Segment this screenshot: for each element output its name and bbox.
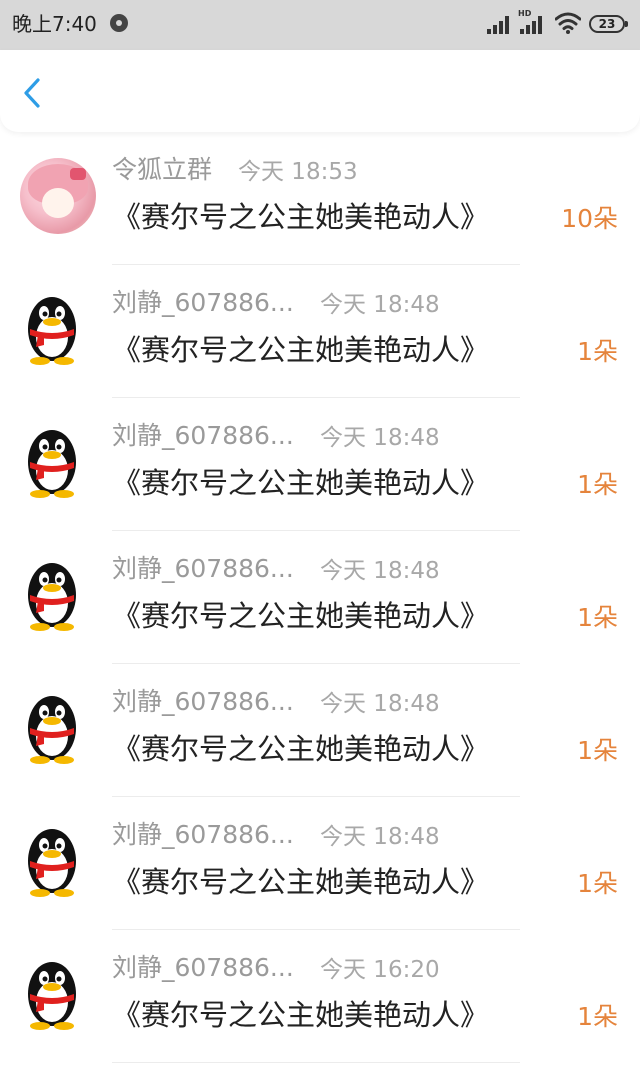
book-title[interactable]: 《赛尔号之公主她美艳动人》 — [112, 331, 489, 369]
user-name[interactable]: 刘静_607886... — [112, 287, 294, 319]
chevron-left-icon[interactable] — [18, 76, 48, 110]
divider — [112, 1062, 520, 1063]
penguin-avatar-icon[interactable] — [20, 289, 84, 365]
list-item[interactable]: 刘静_607886... 今天 18:48 《赛尔号之公主她美艳动人》 1朵 — [0, 400, 640, 533]
divider — [112, 796, 520, 797]
item-time: 今天 18:48 — [320, 425, 440, 451]
status-bar: 晚上7:40 HD 23 — [0, 0, 640, 50]
list-item[interactable]: 令狐立群 今天 18:53 《赛尔号之公主她美艳动人》 10朵 — [0, 134, 640, 267]
book-title[interactable]: 《赛尔号之公主她美艳动人》 — [112, 597, 489, 635]
gift-list: 令狐立群 今天 18:53 《赛尔号之公主她美艳动人》 10朵 刘静_60788… — [0, 134, 640, 1065]
flower-count: 1朵 — [577, 603, 618, 632]
divider — [112, 929, 520, 930]
penguin-avatar-icon[interactable] — [20, 688, 84, 764]
wifi-icon — [555, 12, 581, 34]
flower-count: 1朵 — [577, 337, 618, 366]
flower-count: 10朵 — [561, 204, 618, 233]
divider — [112, 397, 520, 398]
divider — [112, 264, 520, 265]
divider — [112, 530, 520, 531]
book-title[interactable]: 《赛尔号之公主她美艳动人》 — [112, 464, 489, 502]
penguin-avatar-icon[interactable] — [20, 821, 84, 897]
list-item[interactable]: 刘静_607886... 今天 18:48 《赛尔号之公主她美艳动人》 1朵 — [0, 267, 640, 400]
item-time: 今天 18:48 — [320, 824, 440, 850]
battery-icon: 23 — [589, 15, 628, 33]
user-name[interactable]: 刘静_607886... — [112, 686, 294, 718]
flower-count: 1朵 — [577, 470, 618, 499]
notification-icon — [110, 14, 128, 32]
nav-bar — [0, 50, 640, 132]
flower-count: 1朵 — [577, 736, 618, 765]
user-name[interactable]: 刘静_607886... — [112, 952, 294, 984]
item-time: 今天 18:53 — [238, 159, 358, 185]
flower-count: 1朵 — [577, 1002, 618, 1031]
item-time: 今天 18:48 — [320, 292, 440, 318]
flower-count: 1朵 — [577, 869, 618, 898]
user-name[interactable]: 刘静_607886... — [112, 819, 294, 851]
list-item[interactable]: 刘静_607886... 今天 16:20 《赛尔号之公主她美艳动人》 1朵 — [0, 932, 640, 1065]
penguin-avatar-icon[interactable] — [20, 954, 84, 1030]
book-title[interactable]: 《赛尔号之公主她美艳动人》 — [112, 198, 489, 236]
status-time: 晚上7:40 — [12, 12, 97, 36]
item-time: 今天 18:48 — [320, 691, 440, 717]
divider — [112, 663, 520, 664]
user-name[interactable]: 令狐立群 — [112, 154, 212, 186]
list-item[interactable]: 刘静_607886... 今天 18:48 《赛尔号之公主她美艳动人》 1朵 — [0, 666, 640, 799]
book-title[interactable]: 《赛尔号之公主她美艳动人》 — [112, 996, 489, 1034]
list-item[interactable]: 刘静_607886... 今天 18:48 《赛尔号之公主她美艳动人》 1朵 — [0, 533, 640, 666]
item-time: 今天 16:20 — [320, 957, 440, 983]
item-time: 今天 18:48 — [320, 558, 440, 584]
list-item[interactable]: 刘静_607886... 今天 18:48 《赛尔号之公主她美艳动人》 1朵 — [0, 799, 640, 932]
book-title[interactable]: 《赛尔号之公主她美艳动人》 — [112, 863, 489, 901]
user-name[interactable]: 刘静_607886... — [112, 420, 294, 452]
signal-hd-icon — [520, 14, 546, 34]
user-name[interactable]: 刘静_607886... — [112, 553, 294, 585]
avatar[interactable] — [20, 158, 96, 234]
penguin-avatar-icon[interactable] — [20, 422, 84, 498]
signal-icon — [487, 14, 513, 34]
book-title[interactable]: 《赛尔号之公主她美艳动人》 — [112, 730, 489, 768]
penguin-avatar-icon[interactable] — [20, 555, 84, 631]
